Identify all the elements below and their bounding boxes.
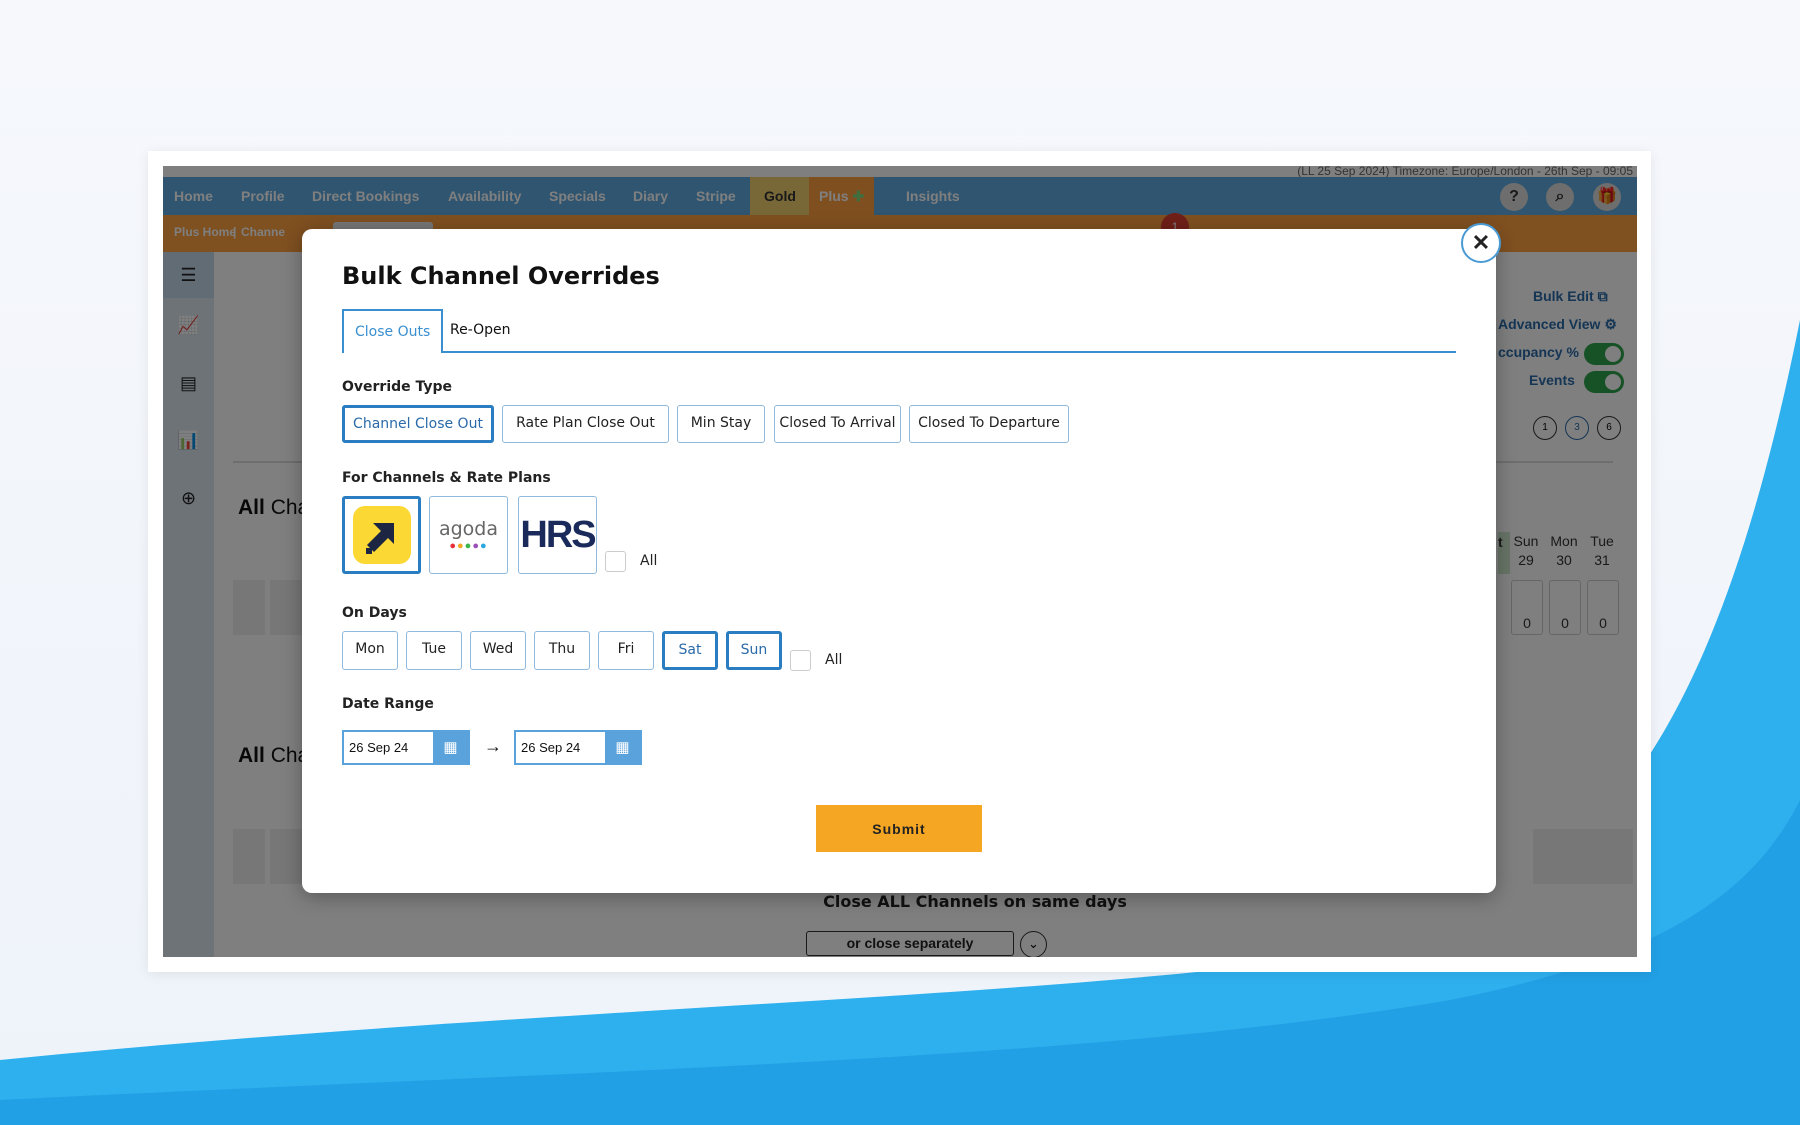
on-days-label: On Days xyxy=(342,605,407,621)
day-sun-button[interactable]: Sun xyxy=(726,631,782,670)
agoda-logo-text: agoda xyxy=(438,518,499,540)
closed-to-arrival-button[interactable]: Closed To Arrival xyxy=(774,405,901,443)
date-to-input[interactable]: 26 Sep 24 ▦ xyxy=(514,730,642,765)
days-all-checkbox[interactable] xyxy=(790,650,811,671)
tab-close-outs[interactable]: Close Outs xyxy=(342,309,444,353)
close-modal-button[interactable]: ✕ xyxy=(1461,223,1501,263)
override-type-label: Override Type xyxy=(342,379,453,395)
rate-plan-close-out-button[interactable]: Rate Plan Close Out xyxy=(502,405,669,443)
calendar-icon[interactable]: ▦ xyxy=(433,732,468,763)
closed-to-departure-button[interactable]: Closed To Departure xyxy=(909,405,1069,443)
channels-all-checkbox[interactable] xyxy=(605,551,626,572)
submit-button[interactable]: Submit xyxy=(816,805,982,852)
channels-all-label: All xyxy=(640,553,658,569)
tab-re-open[interactable]: Re-Open xyxy=(439,309,522,353)
date-to-value: 26 Sep 24 xyxy=(521,740,581,755)
close-icon: ✕ xyxy=(1471,230,1491,255)
day-mon-button[interactable]: Mon xyxy=(342,631,398,670)
hrs-logo-text: HRS xyxy=(520,513,596,556)
expedia-logo-icon xyxy=(352,506,411,564)
day-fri-button[interactable]: Fri xyxy=(598,631,654,670)
day-sat-button[interactable]: Sat xyxy=(662,631,718,670)
channel-hrs[interactable]: HRS xyxy=(518,496,597,574)
day-wed-button[interactable]: Wed xyxy=(470,631,526,670)
min-stay-button[interactable]: Min Stay xyxy=(677,405,765,443)
date-from-value: 26 Sep 24 xyxy=(349,740,409,755)
agoda-dots-icon: ●●●●● xyxy=(449,540,488,552)
date-range-label: Date Range xyxy=(342,696,434,712)
days-all-label: All xyxy=(825,652,843,668)
channels-label: For Channels & Rate Plans xyxy=(342,470,551,486)
channel-expedia[interactable] xyxy=(342,496,421,574)
channel-agoda[interactable]: agoda ●●●●● xyxy=(429,496,508,574)
channel-close-out-button[interactable]: Channel Close Out xyxy=(342,405,494,443)
calendar-icon[interactable]: ▦ xyxy=(605,732,640,763)
arrow-right-icon: → xyxy=(484,736,502,756)
day-thu-button[interactable]: Thu xyxy=(534,631,590,670)
day-tue-button[interactable]: Tue xyxy=(406,631,462,670)
date-from-input[interactable]: 26 Sep 24 ▦ xyxy=(342,730,470,765)
modal-title: Bulk Channel Overrides xyxy=(342,262,660,290)
